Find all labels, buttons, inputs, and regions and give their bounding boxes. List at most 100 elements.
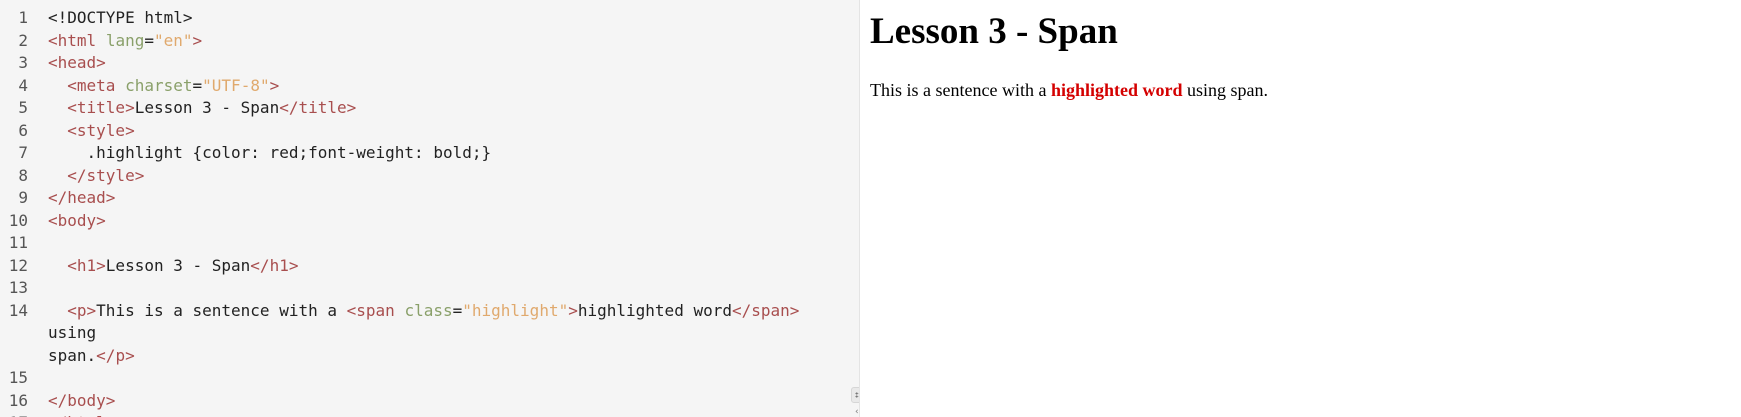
line-number: 12 bbox=[8, 255, 28, 275]
line-number: 6 bbox=[18, 120, 28, 140]
code-token-text: highlighted word bbox=[577, 300, 732, 320]
line-content[interactable]: <meta charset="UTF-8"> bbox=[48, 75, 848, 98]
code-line[interactable]: 12 <h1>Lesson 3 - Span</h1> bbox=[0, 255, 859, 278]
grip-dots-icon[interactable] bbox=[851, 387, 859, 403]
code-token-text: = bbox=[144, 30, 154, 50]
code-line[interactable]: 14 <p>This is a sentence with a <span cl… bbox=[0, 300, 859, 368]
code-token-tag: </title> bbox=[279, 98, 357, 117]
line-content[interactable]: <style> bbox=[48, 120, 848, 143]
paragraph-text-after: using span. bbox=[1182, 80, 1268, 100]
line-content[interactable]: </body> bbox=[48, 390, 848, 413]
code-token-text: <!DOCTYPE html> bbox=[48, 8, 193, 27]
line-number: 11 bbox=[8, 233, 28, 252]
line-content[interactable]: <html lang="en"> bbox=[48, 30, 848, 53]
line-content[interactable]: .highlight {color: red;font-weight: bold… bbox=[48, 142, 848, 165]
preview-heading: Lesson 3 - Span bbox=[870, 11, 1118, 52]
code-token-attr: class bbox=[404, 300, 453, 320]
line-content[interactable] bbox=[48, 367, 848, 390]
code-token-tag: <style> bbox=[67, 120, 135, 140]
code-line[interactable]: 6 <style> bbox=[0, 120, 859, 143]
code-line[interactable]: 17</html> bbox=[0, 412, 859, 417]
expand-arrows-icon[interactable]: ‹ › bbox=[853, 408, 859, 417]
code-line[interactable]: 11 bbox=[0, 232, 859, 255]
code-token-tag: </span> bbox=[731, 300, 800, 320]
line-number: 3 bbox=[18, 53, 28, 72]
code-line[interactable]: 7 .highlight {color: red;font-weight: bo… bbox=[0, 142, 859, 165]
code-token-tag: > bbox=[568, 300, 578, 320]
code-token-attr: charset bbox=[125, 75, 193, 95]
code-line[interactable]: 10 <body> bbox=[0, 210, 859, 233]
code-token-text: This is a sentence with a bbox=[96, 300, 347, 320]
code-line[interactable]: 9 </head> bbox=[0, 187, 859, 210]
code-token-text: span. bbox=[48, 345, 97, 365]
code-token-tag: </html> bbox=[48, 413, 115, 417]
line-number: 4 bbox=[18, 75, 28, 95]
line-content[interactable] bbox=[48, 232, 848, 255]
preview-paragraph: This is a sentence with a highlighted wo… bbox=[870, 79, 1741, 101]
line-content[interactable]: <body> bbox=[48, 210, 848, 233]
code-token-text: .highlight {color: red;font-weight: bold… bbox=[86, 143, 492, 162]
line-content[interactable]: </style> bbox=[48, 165, 848, 188]
code-token-text: Lesson 3 - Span bbox=[134, 98, 280, 117]
code-token-str: "en" bbox=[153, 30, 193, 50]
code-token-str: "UTF-8" bbox=[202, 75, 270, 95]
editor-app: 1 <!DOCTYPE html> 2 <html lang="en"> 3 <head>… bbox=[0, 0, 1741, 417]
code-line[interactable]: 5 <title>Lesson 3 - Span</title> bbox=[0, 97, 859, 120]
code-lines[interactable]: 1 <!DOCTYPE html> 2 <html lang="en"> 3 <head>… bbox=[0, 7, 859, 417]
code-line[interactable]: 2 <html lang="en"> bbox=[0, 30, 859, 53]
line-number: 14 bbox=[8, 300, 28, 320]
line-number: 15 bbox=[8, 368, 28, 387]
line-number: 2 bbox=[18, 30, 28, 50]
code-line[interactable]: 4 <meta charset="UTF-8"> bbox=[0, 75, 859, 98]
code-token-tag: </h1> bbox=[250, 255, 299, 275]
code-line[interactable]: 16 </body> bbox=[0, 390, 859, 413]
code-line[interactable]: 15 bbox=[0, 367, 859, 390]
line-content[interactable]: <p>This is a sentence with a <span class… bbox=[48, 300, 848, 368]
line-content[interactable]: <title>Lesson 3 - Span</title> bbox=[48, 97, 848, 120]
code-token-tag: </style> bbox=[67, 165, 145, 185]
code-line[interactable]: 8 </style> bbox=[0, 165, 859, 188]
preview-pane: Lesson 3 - Span This is a sentence with … bbox=[860, 0, 1741, 417]
code-token-text: = bbox=[452, 300, 463, 320]
line-content[interactable]: <head> bbox=[48, 52, 848, 75]
code-token-tag: <html bbox=[48, 30, 97, 50]
code-token-tag: <h1> bbox=[67, 255, 106, 275]
line-number: 10 bbox=[8, 210, 28, 230]
code-token-tag: > bbox=[269, 75, 280, 95]
code-token-tag: <meta bbox=[67, 75, 116, 95]
code-token-attr: lang bbox=[105, 30, 145, 50]
line-number: 17 bbox=[0, 412, 48, 417]
code-token-tag: <p> bbox=[67, 300, 97, 320]
code-token-tag: </body> bbox=[48, 390, 116, 410]
line-number: 16 bbox=[8, 390, 28, 410]
line-number: 5 bbox=[18, 98, 28, 117]
code-editor-pane[interactable]: 1 <!DOCTYPE html> 2 <html lang="en"> 3 <head>… bbox=[0, 0, 860, 417]
line-content[interactable]: </head> bbox=[48, 187, 848, 210]
code-token-tag: </p> bbox=[96, 345, 135, 365]
code-line[interactable]: 13 bbox=[0, 277, 859, 300]
line-content[interactable] bbox=[48, 277, 848, 300]
line-number: 13 bbox=[8, 278, 28, 297]
line-number: 1 bbox=[18, 8, 28, 27]
code-token-str: "highlight" bbox=[462, 300, 569, 320]
line-content[interactable]: </html> bbox=[48, 412, 848, 417]
paragraph-text-before: This is a sentence with a bbox=[870, 80, 1051, 100]
line-content[interactable]: <!DOCTYPE html> bbox=[48, 7, 848, 30]
line-number: 8 bbox=[18, 165, 28, 185]
code-line[interactable]: 3 <head> bbox=[0, 52, 859, 75]
code-token-tag: <title> bbox=[67, 98, 135, 117]
code-token-tag: <head> bbox=[48, 53, 106, 72]
highlighted-span: highlighted word bbox=[1050, 80, 1183, 100]
line-content[interactable]: <h1>Lesson 3 - Span</h1> bbox=[48, 255, 848, 278]
code-token-text: Lesson 3 - Span bbox=[105, 255, 251, 275]
code-token-text: = bbox=[192, 75, 203, 95]
code-line[interactable]: 1 <!DOCTYPE html> bbox=[0, 7, 859, 30]
